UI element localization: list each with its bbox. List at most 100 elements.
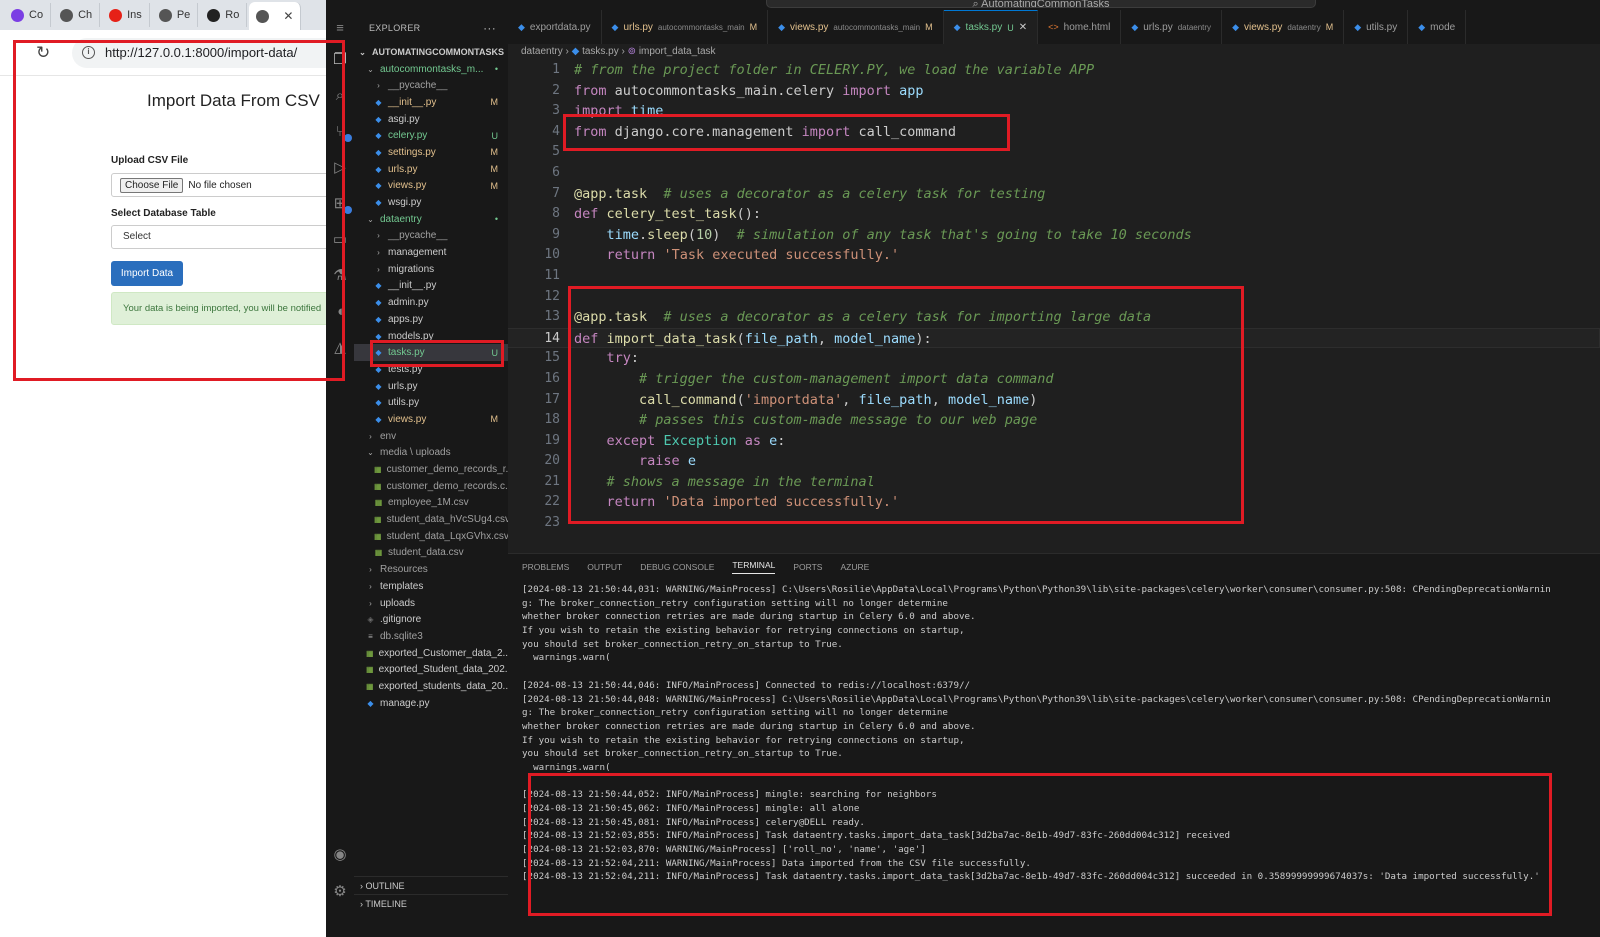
close-tab-icon[interactable]: ✕ bbox=[1019, 22, 1027, 33]
folder-item[interactable]: › env bbox=[354, 428, 508, 445]
import-data-button[interactable]: Import Data bbox=[111, 261, 183, 286]
file-item[interactable]: ≡ db.sqlite3 bbox=[354, 628, 508, 645]
folder-item[interactable]: › templates bbox=[354, 578, 508, 595]
choose-file-button[interactable]: Choose File bbox=[120, 177, 184, 193]
docker-icon[interactable]: ◖ bbox=[330, 302, 350, 322]
terminal-output[interactable]: [2024-08-13 21:50:44,031: WARNING/MainPr… bbox=[522, 583, 1592, 884]
code-line[interactable]: 1 # from the project folder in CELERY.PY,… bbox=[508, 60, 1600, 81]
code-line[interactable]: 21 # shows a message in the terminal bbox=[508, 472, 1600, 493]
file-item[interactable]: ▦ exported_Customer_data_2... bbox=[354, 645, 508, 662]
outline-section[interactable]: › OUTLINE bbox=[354, 876, 508, 894]
code-editor[interactable]: 1 # from the project folder in CELERY.PY,… bbox=[508, 60, 1600, 534]
browser-tab[interactable]: Ro bbox=[200, 3, 248, 27]
code-line[interactable]: 12 bbox=[508, 287, 1600, 308]
azure-icon[interactable]: ◮ bbox=[330, 338, 350, 358]
file-item[interactable]: ▦ exported_Student_data_202... bbox=[354, 661, 508, 678]
timeline-section[interactable]: › TIMELINE bbox=[354, 894, 508, 912]
panel-tab-debug-console[interactable]: DEBUG CONSOLE bbox=[640, 562, 714, 572]
folder-item[interactable]: › __pycache__ bbox=[354, 77, 508, 94]
extensions-icon[interactable]: ⊞ bbox=[330, 194, 352, 214]
account-icon[interactable]: ◉ bbox=[330, 845, 350, 865]
editor-tab[interactable]: ◆ tasks.py U ✕ bbox=[943, 10, 1039, 44]
gear-icon[interactable]: ⚙ bbox=[330, 882, 350, 902]
file-item[interactable]: ▦ customer_demo_records.c... bbox=[354, 478, 508, 495]
code-line[interactable]: 2 from autocommontasks_main.celery import… bbox=[508, 81, 1600, 102]
file-item[interactable]: ▦ student_data.csv bbox=[354, 545, 508, 562]
folder-item[interactable]: › Resources bbox=[354, 561, 508, 578]
search-icon[interactable]: ⌕ bbox=[330, 86, 350, 106]
code-line[interactable]: 18 # passes this custom-made message to … bbox=[508, 410, 1600, 431]
code-line[interactable]: 13 @app.task # uses a decorator as a cele… bbox=[508, 307, 1600, 328]
workspace-root[interactable]: ⌄ AUTOMATINGCOMMONTASKS bbox=[354, 44, 508, 61]
panel-tab-terminal[interactable]: TERMINAL bbox=[732, 560, 776, 574]
code-line[interactable]: 19 except Exception as e: bbox=[508, 431, 1600, 452]
file-item[interactable]: ◆ celery.py U bbox=[354, 127, 508, 144]
code-line[interactable]: 5 bbox=[508, 142, 1600, 163]
browser-tab[interactable]: Pe bbox=[152, 3, 199, 27]
folder-item[interactable]: ⌄ dataentry • bbox=[354, 211, 508, 228]
file-item[interactable]: ▦ exported_students_data_20... bbox=[354, 678, 508, 695]
editor-tab[interactable]: ◆ mode bbox=[1408, 10, 1467, 44]
explorer-icon[interactable]: ❐ bbox=[330, 50, 350, 70]
testing-icon[interactable]: ⚗ bbox=[330, 266, 350, 286]
code-line[interactable]: 15 try: bbox=[508, 348, 1600, 369]
file-item[interactable]: ◆ views.py M bbox=[354, 178, 508, 195]
code-line[interactable]: 17 call_command('importdata', file_path,… bbox=[508, 390, 1600, 411]
breadcrumb-symbol[interactable]: import_data_task bbox=[639, 46, 716, 57]
source-control-icon[interactable]: ⑂ bbox=[330, 122, 352, 142]
code-line[interactable]: 3 import time bbox=[508, 101, 1600, 122]
code-line[interactable]: 6 bbox=[508, 163, 1600, 184]
file-item[interactable]: ▦ student_data_hVcSUg4.csv bbox=[354, 511, 508, 528]
file-item[interactable]: ◆ urls.py bbox=[354, 378, 508, 395]
file-item[interactable]: ◆ tests.py bbox=[354, 361, 508, 378]
browser-tab[interactable]: Ins bbox=[102, 3, 150, 27]
file-item[interactable]: ▦ student_data_LqxGVhx.csv bbox=[354, 528, 508, 545]
info-icon[interactable]: i bbox=[82, 46, 95, 59]
browser-tab[interactable]: Co bbox=[4, 3, 52, 27]
folder-item[interactable]: › __pycache__ bbox=[354, 228, 508, 245]
menu-icon[interactable]: ≡ bbox=[330, 18, 350, 38]
file-item[interactable]: ◆ asgi.py bbox=[354, 111, 508, 128]
file-item[interactable]: ▦ customer_demo_records_r... bbox=[354, 461, 508, 478]
panel-tab-problems[interactable]: PROBLEMS bbox=[522, 562, 569, 572]
remote-explorer-icon[interactable]: ▭ bbox=[330, 230, 350, 250]
breadcrumb-folder[interactable]: dataentry bbox=[521, 46, 563, 57]
reload-icon[interactable]: ↻ bbox=[36, 43, 58, 63]
code-line[interactable]: 23 bbox=[508, 513, 1600, 534]
folder-item[interactable]: › management bbox=[354, 244, 508, 261]
database-table-select[interactable]: Select bbox=[111, 225, 326, 249]
folder-item[interactable]: ⌄ autocommontasks_m... • bbox=[354, 61, 508, 78]
address-bar[interactable]: i http://127.0.0.1:8000/import-data/ bbox=[72, 37, 326, 68]
file-item[interactable]: ◆ urls.py M bbox=[354, 161, 508, 178]
panel-tab-ports[interactable]: PORTS bbox=[793, 562, 822, 572]
code-line[interactable]: 8 def celery_test_task(): bbox=[508, 204, 1600, 225]
more-actions-icon[interactable]: ··· bbox=[483, 10, 496, 46]
panel-tab-output[interactable]: OUTPUT bbox=[587, 562, 622, 572]
code-line[interactable]: 14 def import_data_task(file_path, model_… bbox=[508, 327, 1600, 349]
panel-tab-azure[interactable]: AZURE bbox=[840, 562, 869, 572]
code-line[interactable]: 22 return 'Data imported successfully.' bbox=[508, 492, 1600, 513]
code-line[interactable]: 11 bbox=[508, 266, 1600, 287]
file-item[interactable]: ◆ __init__.py M bbox=[354, 94, 508, 111]
editor-tab[interactable]: <> home.html bbox=[1038, 10, 1122, 44]
editor-tab[interactable]: ◆ utils.py bbox=[1344, 10, 1409, 44]
browser-tab[interactable]: ✕ bbox=[249, 2, 302, 30]
file-item[interactable]: ◆ __init__.py bbox=[354, 278, 508, 295]
editor-tab[interactable]: ◆ views.py autocommontasks_main M bbox=[768, 10, 944, 44]
editor-tab[interactable]: ◆ urls.py autocommontasks_main M bbox=[602, 10, 769, 44]
editor-tab[interactable]: ◆ urls.py dataentry bbox=[1121, 10, 1223, 44]
code-line[interactable]: 10 return 'Task executed successfully.' bbox=[508, 245, 1600, 266]
file-item[interactable]: ◆ wsgi.py bbox=[354, 194, 508, 211]
file-item[interactable]: ◈ .gitignore bbox=[354, 611, 508, 628]
command-center[interactable]: ⌕ AutomatingCommonTasks bbox=[766, 0, 1316, 8]
file-item[interactable]: ◆ apps.py bbox=[354, 311, 508, 328]
folder-item[interactable]: › uploads bbox=[354, 595, 508, 612]
folder-item[interactable]: › migrations bbox=[354, 261, 508, 278]
csv-file-input[interactable]: Choose File No file chosen bbox=[111, 173, 326, 197]
code-line[interactable]: 16 # trigger the custom-management impor… bbox=[508, 369, 1600, 390]
code-line[interactable]: 9 time.sleep(10) # simulation of any tas… bbox=[508, 225, 1600, 246]
file-item[interactable]: ◆ views.py M bbox=[354, 411, 508, 428]
file-item[interactable]: ◆ admin.py bbox=[354, 294, 508, 311]
file-item[interactable]: ◆ utils.py bbox=[354, 394, 508, 411]
file-item[interactable]: ▦ employee_1M.csv bbox=[354, 495, 508, 512]
